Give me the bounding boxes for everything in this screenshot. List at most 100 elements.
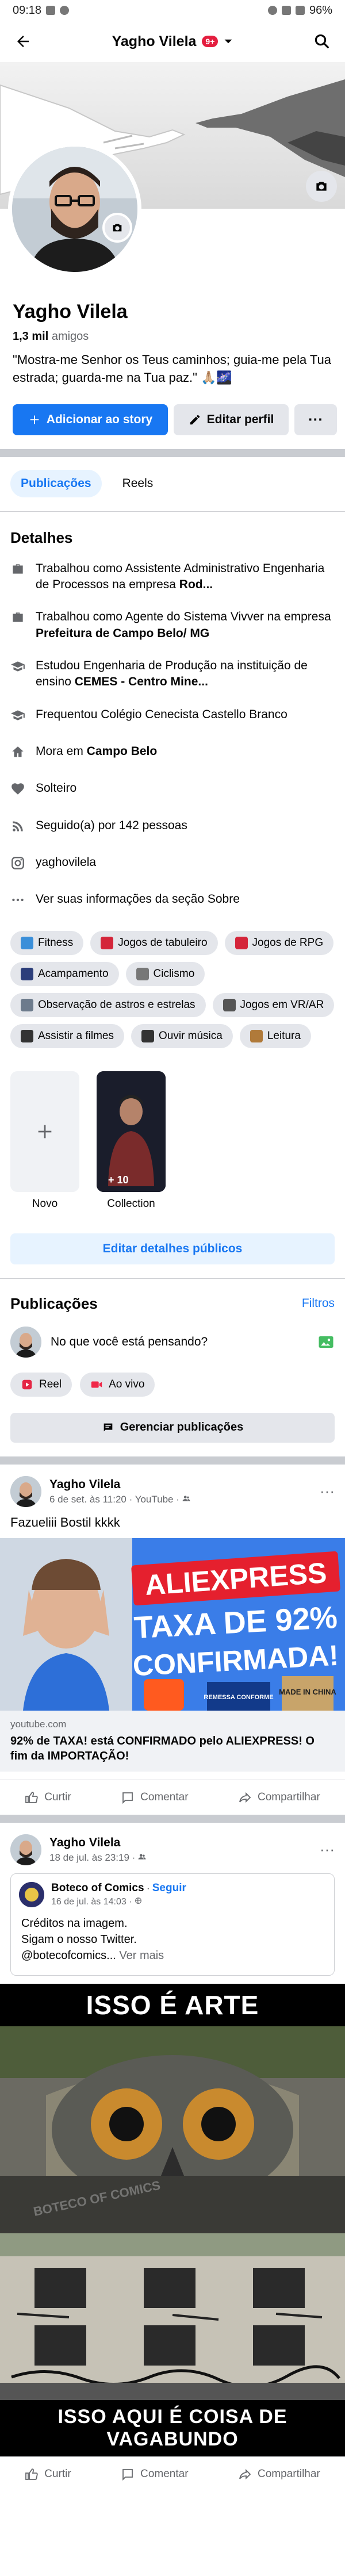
detail-text: Trabalhou como Agente do Sistema Vivver …	[36, 610, 331, 624]
avatar[interactable]	[10, 1475, 41, 1507]
new-featured-button[interactable]	[10, 1071, 79, 1192]
detail-text: yaghovilela	[36, 856, 97, 869]
follow-button[interactable]: Seguir	[152, 1882, 186, 1894]
like-button[interactable]: Curtir	[25, 2467, 71, 2481]
like-label: Curtir	[44, 1791, 71, 1803]
comment-button[interactable]: Comentar	[121, 1791, 189, 1804]
manage-posts-button[interactable]: Gerenciar publicações	[10, 1412, 335, 1443]
rss-icon	[13, 821, 23, 831]
telescope-icon	[21, 998, 33, 1011]
interest-chip[interactable]: Jogos em VR/AR	[212, 992, 335, 1017]
heart-icon	[12, 783, 24, 795]
live-button[interactable]: Ao vivo	[80, 1372, 155, 1397]
interest-chip[interactable]: Acampamento	[10, 961, 119, 986]
battery-level: 96%	[309, 3, 332, 17]
back-button[interactable]	[10, 29, 36, 54]
link-domain: youtube.com	[10, 1718, 67, 1730]
filters-link[interactable]: Filtros	[302, 1297, 335, 1310]
friends-audience-icon	[138, 1854, 146, 1860]
see-more-link[interactable]: Ver mais	[119, 1949, 164, 1962]
edit-avatar-button[interactable]	[102, 213, 132, 243]
share-button[interactable]: Compartilhar	[238, 2467, 320, 2481]
edit-cover-button[interactable]	[306, 171, 337, 202]
meme-image[interactable]: ISSO É ARTE BOTECO OF COMICS ISSO AQUI É…	[0, 1983, 345, 2456]
friends-audience-icon	[182, 1496, 190, 1501]
detail-bold: Prefeitura de Campo Belo/ MG	[36, 626, 210, 640]
detail-bold: CEMES - Centro Mine...	[74, 675, 208, 689]
reel-button[interactable]: Reel	[10, 1372, 72, 1397]
shared-post[interactable]: Boteco of Comics · Seguir 16 de jul. às …	[10, 1873, 335, 1976]
detail-item-education-1[interactable]: Estudou Engenharia de Produção na instit…	[0, 650, 345, 699]
share-label: Compartilhar	[258, 2467, 320, 2480]
post-author[interactable]: Yagho Vilela	[49, 1836, 312, 1850]
detail-item-location[interactable]: Mora em Campo Belo	[0, 735, 345, 772]
shared-timestamp[interactable]: 16 de jul. às 14:03 ·	[51, 1897, 135, 1907]
plus-icon	[30, 415, 39, 424]
detail-item-instagram[interactable]: yaghovilela	[0, 846, 345, 883]
profile-picture[interactable]	[8, 143, 141, 276]
detail-bold: Rod...	[179, 577, 213, 591]
battery-icon	[295, 6, 305, 15]
more-options-button[interactable]: ···	[294, 404, 337, 435]
collection-label: Collection	[107, 1197, 155, 1210]
detail-item-work-2[interactable]: Trabalhou como Agente do Sistema Vivver …	[0, 601, 345, 650]
detail-text: Ver suas informações da seção Sobre	[36, 892, 240, 906]
tab-reels[interactable]: Reels	[112, 470, 164, 497]
share-button[interactable]: Compartilhar	[238, 1791, 320, 1804]
interest-chip[interactable]: Jogos de tabuleiro	[90, 930, 218, 955]
publications-title: Publicações	[10, 1294, 98, 1312]
search-button[interactable]	[309, 29, 335, 54]
section-divider	[0, 448, 345, 457]
featured-collection-card[interactable]: + 10	[97, 1071, 166, 1192]
photo-icon[interactable]	[317, 1333, 335, 1351]
friends-number: 1,3 mil	[13, 330, 49, 343]
add-story-button[interactable]: Adicionar ao story	[13, 404, 168, 435]
like-button[interactable]: Curtir	[25, 1791, 71, 1804]
ellipsis-icon	[12, 899, 24, 902]
tab-publicacoes[interactable]: Publicações	[10, 469, 102, 497]
interest-label: Observação de astros e estrelas	[38, 998, 195, 1011]
post-author[interactable]: Yagho Vilela	[49, 1478, 312, 1492]
post-composer[interactable]: No que você está pensando?	[0, 1320, 345, 1364]
dice-icon	[101, 936, 114, 949]
live-video-icon	[91, 1381, 102, 1388]
interest-chip[interactable]: Jogos de RPG	[224, 930, 334, 955]
link-preview-info[interactable]: youtube.com 92% de TAXA! está CONFIRMADO…	[0, 1710, 345, 1772]
interest-chip[interactable]: Observação de astros e estrelas	[10, 992, 206, 1017]
edit-public-details-button[interactable]: Editar detalhes públicos	[10, 1233, 335, 1264]
detail-item-followers[interactable]: Seguido(a) por 142 pessoas	[0, 810, 345, 846]
meme-top-caption: ISSO É ARTE	[86, 1989, 259, 2020]
detail-text: Frequentou Colégio Cenecista Castello Br…	[36, 707, 288, 721]
detail-item-relationship[interactable]: Solteiro	[0, 772, 345, 809]
edit-profile-button[interactable]: Editar perfil	[174, 404, 289, 435]
profile-photo-image	[12, 147, 137, 272]
see-about-info-link[interactable]: Ver suas informações da seção Sobre	[0, 883, 345, 920]
post-timestamp[interactable]: 6 de set. às 11:20 · YouTube ·	[49, 1494, 182, 1505]
post-options-button[interactable]: ···	[320, 1482, 335, 1500]
avatar[interactable]	[10, 1834, 41, 1865]
comment-button[interactable]: Comentar	[121, 2467, 189, 2481]
post-timestamp[interactable]: 18 de jul. às 23:19 ·	[49, 1852, 138, 1863]
post-actions-bar: Curtir Comentar Compartilhar	[0, 2456, 345, 2491]
detail-item-education-2[interactable]: Frequentou Colégio Cenecista Castello Br…	[0, 699, 345, 735]
friends-count[interactable]: 1,3 mil amigos	[13, 330, 332, 343]
profile-switcher[interactable]: Yagho Vilela 9+	[112, 33, 233, 50]
interest-chip[interactable]: Assistir a filmes	[10, 1023, 124, 1048]
page-avatar[interactable]	[19, 1881, 44, 1907]
post-options-button[interactable]: ···	[320, 1841, 335, 1858]
shared-author[interactable]: Boteco of Comics	[51, 1882, 144, 1894]
profile-name: Yagho Vilela	[13, 301, 128, 323]
live-label: Ao vivo	[109, 1378, 145, 1390]
detail-item-work-1[interactable]: Trabalhou como Assistente Administrativo…	[0, 553, 345, 601]
interest-chip[interactable]: Ciclismo	[125, 961, 205, 986]
like-label: Curtir	[44, 2467, 71, 2480]
interest-chip[interactable]: Leitura	[239, 1023, 311, 1048]
chat-bubble-icon	[103, 1423, 113, 1432]
interest-chip[interactable]: Fitness	[10, 930, 84, 955]
interests-list: Fitness Jogos de tabuleiro Jogos de RPG …	[0, 921, 345, 1048]
thumbs-up-icon	[25, 1791, 38, 1803]
comment-icon	[122, 1792, 133, 1804]
link-preview-image[interactable]: ALIEXPRESS TAXA DE 92% CONFIRMADA! MADE …	[0, 1538, 345, 1711]
link-title: 92% de TAXA! está CONFIRMADO pelo ALIEXP…	[10, 1734, 315, 1762]
interest-chip[interactable]: Ouvir música	[131, 1023, 233, 1048]
